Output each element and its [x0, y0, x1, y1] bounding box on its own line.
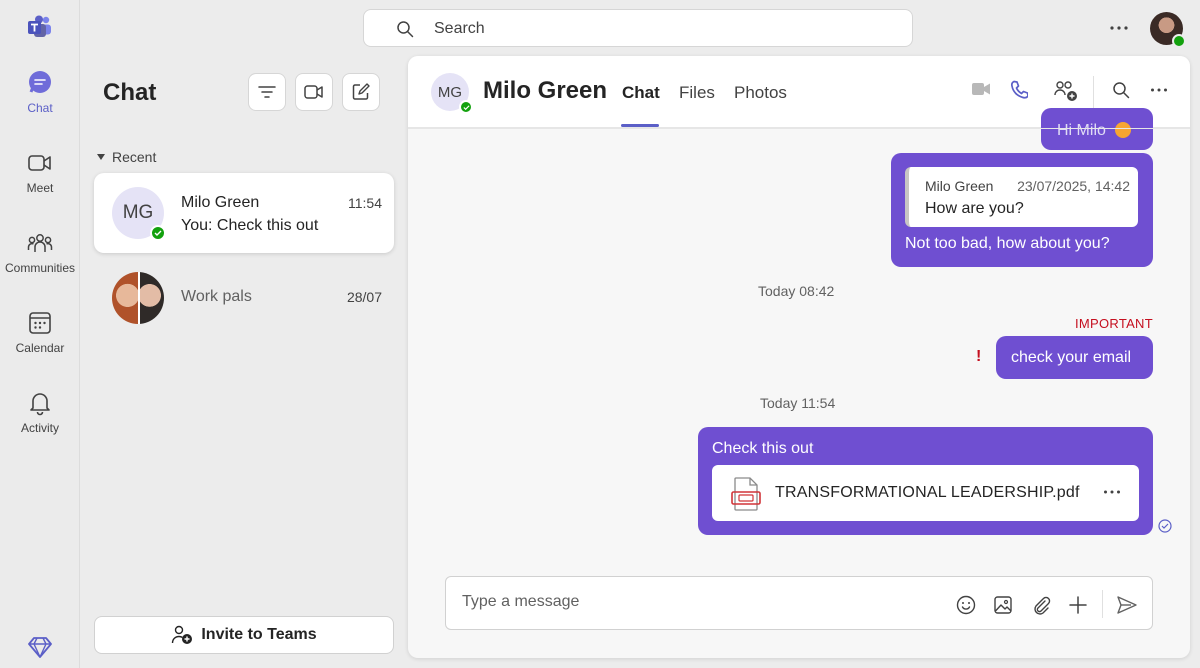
composer-divider — [1102, 590, 1103, 618]
filter-icon — [258, 85, 276, 99]
conversation-time: 28/07 — [346, 289, 382, 305]
invite-to-teams-button[interactable]: Invite to Teams — [94, 616, 394, 654]
emoji-icon[interactable] — [956, 595, 976, 615]
message-text: Not too bad, how about you? — [905, 235, 1110, 252]
presence-available-icon — [459, 100, 473, 114]
pdf-file-icon — [731, 477, 761, 511]
tab-files[interactable]: Files — [679, 83, 715, 103]
file-attachment-card[interactable]: TRANSFORMATIONAL LEADERSHIP.pdf — [712, 465, 1139, 521]
quoted-message[interactable]: Milo Green 23/07/2025, 14:42 How are you… — [905, 167, 1138, 227]
rail-item-communities[interactable]: Communities — [0, 230, 80, 300]
active-tab-indicator — [621, 124, 659, 127]
file-more-options-icon[interactable] — [1102, 485, 1122, 499]
rail-label: Activity — [20, 421, 59, 435]
message-bubble[interactable]: Hi Milo — [1041, 108, 1153, 150]
read-receipt-icon — [1158, 519, 1172, 533]
compose-icon — [352, 83, 370, 101]
video-camera-icon — [27, 150, 53, 176]
add-people-icon[interactable] — [1054, 80, 1078, 102]
rail-item-chat[interactable]: Chat — [0, 70, 80, 140]
more-options-icon[interactable] — [1149, 82, 1169, 98]
app-rail: Chat Meet Communities Calendar Activity — [0, 0, 80, 668]
reply-message-bubble[interactable]: Milo Green 23/07/2025, 14:42 How are you… — [891, 153, 1153, 267]
search-bar[interactable]: Search — [363, 9, 913, 47]
rail-item-meet[interactable]: Meet — [0, 150, 80, 220]
message-composer[interactable]: Type a message — [445, 576, 1153, 630]
send-icon[interactable] — [1116, 595, 1138, 615]
chat-list-title: Chat — [103, 79, 157, 106]
file-message-bubble[interactable]: Check this out TRANSFORMATIONAL LEADERSH… — [698, 427, 1153, 535]
file-name: TRANSFORMATIONAL LEADERSHIP.pdf — [775, 484, 1080, 501]
meet-now-button[interactable] — [295, 73, 333, 111]
rail-label: Calendar — [15, 341, 65, 355]
new-chat-button[interactable] — [342, 73, 380, 111]
attach-icon[interactable] — [1031, 595, 1051, 615]
important-message-bubble[interactable]: check your email — [996, 336, 1153, 379]
rail-item-activity[interactable]: Activity — [0, 390, 80, 460]
conversation-name: Work pals — [181, 288, 252, 305]
tab-photos[interactable]: Photos — [734, 83, 787, 103]
plus-icon[interactable] — [1068, 595, 1088, 615]
rail-label: Chat — [27, 101, 53, 115]
message-text: Check this out — [712, 440, 814, 457]
timestamp-divider: Today 08:42 — [758, 283, 835, 299]
conversation-item-work-pals[interactable]: Work pals 28/07 — [94, 258, 394, 338]
video-camera-icon — [304, 84, 324, 100]
rail-label: Communities — [4, 261, 76, 275]
chat-icon — [27, 70, 53, 96]
important-icon: ! — [976, 348, 982, 365]
avatar-initials: MG — [437, 83, 463, 101]
rail-label: Meet — [26, 181, 54, 195]
bell-icon — [27, 390, 53, 416]
user-avatar[interactable] — [1150, 12, 1186, 48]
invite-label: Invite to Teams — [201, 626, 317, 643]
search-icon[interactable] — [1112, 81, 1130, 99]
image-icon[interactable] — [993, 595, 1013, 615]
caret-down-icon — [96, 153, 106, 161]
quote-text: How are you? — [925, 200, 1024, 217]
search-placeholder: Search — [434, 20, 485, 37]
conversation-name: Milo Green — [181, 194, 260, 211]
header-divider — [1093, 76, 1094, 108]
audio-call-icon[interactable] — [1010, 80, 1028, 100]
presence-available-icon — [150, 225, 166, 241]
video-call-icon[interactable] — [971, 81, 991, 97]
more-options-icon[interactable] — [1108, 18, 1130, 38]
recent-section-header[interactable]: Recent — [96, 149, 156, 165]
communities-icon — [27, 230, 53, 256]
contact-avatar[interactable]: MG — [431, 73, 473, 114]
add-person-icon — [171, 625, 193, 645]
contact-name: Milo Green — [483, 77, 608, 104]
message-text: check your email — [1011, 349, 1132, 366]
presence-available-icon — [1172, 34, 1186, 48]
filter-button[interactable] — [248, 73, 286, 111]
quote-author: Milo Green — [925, 178, 994, 194]
message-text: Hi Milo — [1057, 122, 1106, 139]
quote-date: 23/07/2025, 14:42 — [1017, 178, 1130, 194]
group-avatar — [112, 272, 164, 324]
timestamp-divider: Today 11:54 — [760, 395, 836, 411]
conversation-preview: You: Check this out — [181, 217, 319, 234]
premium-diamond-icon[interactable] — [28, 636, 52, 658]
conversation-item-milo-green[interactable]: MG Milo Green You: Check this out 11:54 — [94, 173, 394, 253]
conversation-panel: MG Milo Green Chat Files Photos Hi Milo — [408, 56, 1190, 658]
teams-logo-icon[interactable] — [27, 15, 53, 39]
avatar-initials: MG — [122, 202, 154, 223]
recent-label: Recent — [112, 149, 157, 165]
emoji-icon — [1115, 122, 1131, 138]
rail-item-calendar[interactable]: Calendar — [0, 310, 80, 380]
tab-chat[interactable]: Chat — [622, 83, 660, 103]
composer-placeholder: Type a message — [462, 593, 580, 610]
contact-avatar: MG — [112, 187, 166, 241]
conversation-time: 11:54 — [348, 195, 382, 211]
calendar-icon — [27, 310, 53, 336]
search-icon — [396, 20, 414, 38]
important-label: IMPORTANT — [1074, 316, 1153, 331]
